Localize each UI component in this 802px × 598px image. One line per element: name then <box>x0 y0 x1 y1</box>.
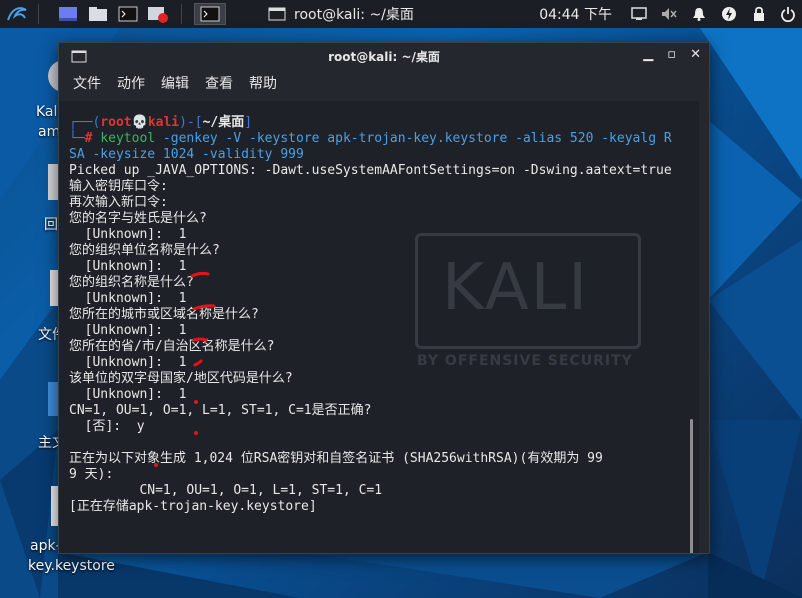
menu-edit[interactable]: 编辑 <box>161 73 189 93</box>
window-title: root@kali: ~/桌面 <box>328 49 440 64</box>
recorder-icon <box>148 7 168 23</box>
menu-file[interactable]: 文件 <box>73 73 101 93</box>
taskbar-title: root@kali: ~/桌面 <box>294 7 414 23</box>
screen-recorder-button[interactable] <box>145 3 171 25</box>
terminal-icon <box>118 6 138 22</box>
maximize-icon[interactable]: ▫ <box>667 47 676 62</box>
show-desktop-button[interactable] <box>55 3 81 25</box>
logout-tray[interactable] <box>774 6 802 22</box>
terminal-area[interactable]: KALI BY OFFENSIVE SECURITY ┌──(root💀kali… <box>59 101 699 553</box>
file-manager-button[interactable] <box>85 3 111 25</box>
menu-help[interactable]: 帮助 <box>249 73 277 93</box>
terminal-icon <box>200 6 220 22</box>
lightning-icon <box>722 7 736 21</box>
panel-separator <box>38 4 39 24</box>
menu-view[interactable]: 查看 <box>205 73 233 93</box>
workspace-1-button[interactable] <box>194 3 226 25</box>
terminal-scrollbar[interactable] <box>690 419 693 553</box>
top-panel: root@kali: ~/桌面 04:44 下午 <box>0 0 802 28</box>
notifications-tray[interactable] <box>684 7 714 21</box>
menu-action[interactable]: 动作 <box>117 73 145 93</box>
desktop-label-keystore-2: key.keystore <box>28 558 115 574</box>
terminal-launcher-button[interactable] <box>115 3 141 25</box>
close-icon[interactable]: ✕ <box>690 47 701 62</box>
volume-muted-icon <box>662 8 677 20</box>
power-tray[interactable] <box>714 6 744 22</box>
folder-icon <box>89 7 107 21</box>
desktop-icon <box>59 7 77 21</box>
lock-tray[interactable] <box>744 6 774 22</box>
window-titlebar[interactable]: root@kali: ~/桌面 ▁ ▫ ✕ <box>59 43 709 69</box>
terminal-window-icon <box>268 7 286 21</box>
kali-menu-button[interactable] <box>4 3 30 25</box>
desktop-label-am: am <box>38 124 61 140</box>
taskbar-terminal-item[interactable]: root@kali: ~/桌面 <box>268 3 414 25</box>
lock-icon <box>754 6 764 21</box>
minimize-icon[interactable]: ▁ <box>643 47 653 62</box>
volume-tray[interactable] <box>654 7 684 21</box>
desktop-label-trash: 回 <box>44 217 58 233</box>
power-icon <box>781 7 795 22</box>
clock[interactable]: 04:44 下午 <box>539 4 612 24</box>
red-annotation-marks <box>154 271 216 467</box>
kali-dragon-icon <box>7 7 27 21</box>
bell-icon <box>693 8 705 21</box>
panel-separator <box>181 4 182 24</box>
display-tray[interactable] <box>624 7 654 21</box>
monitor-icon <box>631 7 647 20</box>
menu-bar: 文件 动作 编辑 查看 帮助 <box>59 69 709 97</box>
terminal-window: root@kali: ~/桌面 ▁ ▫ ✕ 文件 动作 编辑 查看 帮助 KAL… <box>58 42 710 554</box>
